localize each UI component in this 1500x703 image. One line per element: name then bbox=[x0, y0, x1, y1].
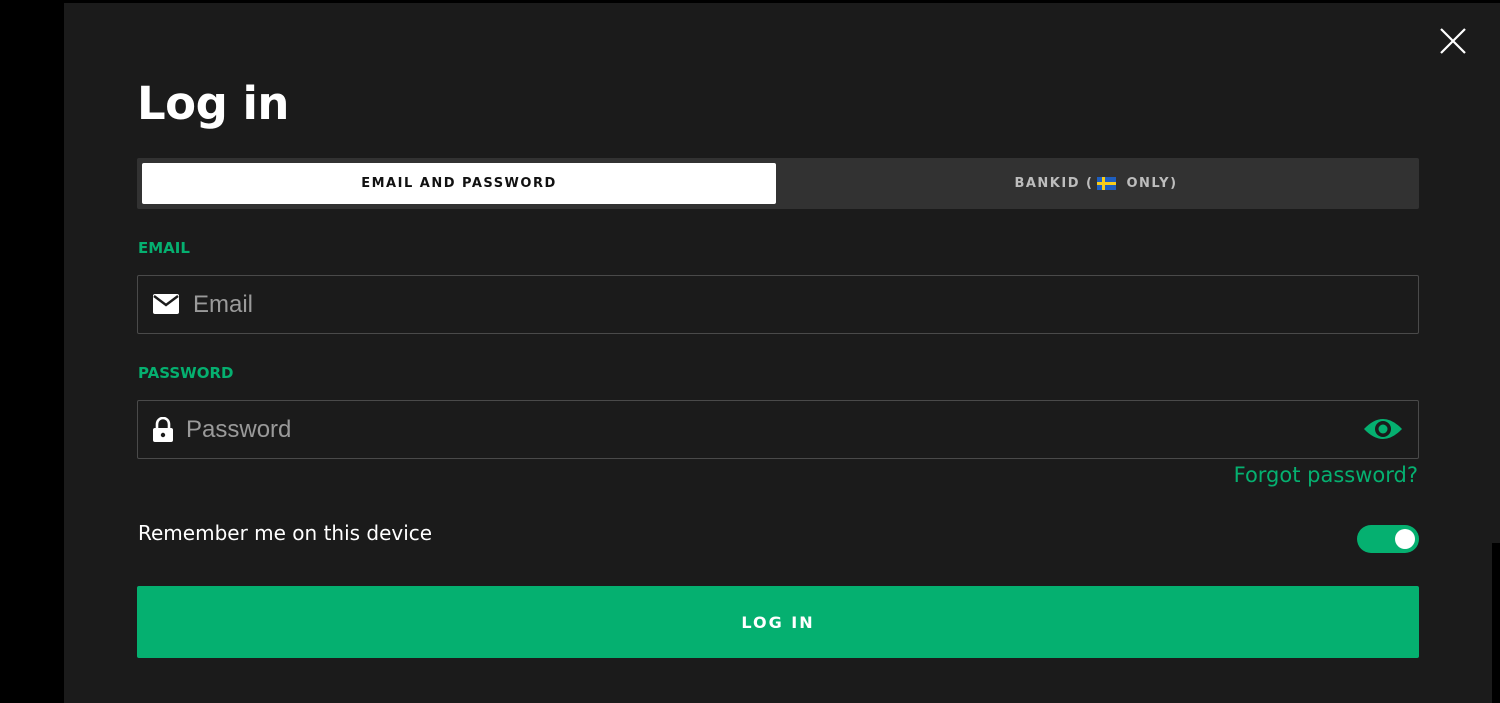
close-button[interactable] bbox=[1438, 26, 1468, 56]
password-label: PASSWORD bbox=[138, 364, 234, 382]
close-icon bbox=[1440, 28, 1466, 54]
tab-label-end: ONLY) bbox=[1120, 176, 1178, 191]
password-field[interactable] bbox=[186, 401, 1336, 458]
lock-icon bbox=[153, 417, 173, 442]
login-method-tabs: EMAIL AND PASSWORD BANKID ( ONLY) bbox=[137, 158, 1419, 209]
email-field[interactable] bbox=[193, 276, 1393, 333]
page-title: Log in bbox=[137, 77, 289, 130]
tab-bankid[interactable]: BANKID ( ONLY) bbox=[778, 163, 1414, 204]
tab-label: EMAIL AND PASSWORD bbox=[361, 176, 557, 191]
swedish-flag-icon bbox=[1097, 177, 1117, 190]
login-button[interactable]: LOG IN bbox=[137, 586, 1419, 658]
forgot-password-link[interactable]: Forgot password? bbox=[1234, 463, 1418, 487]
scrollbar[interactable] bbox=[1492, 3, 1500, 543]
remember-me-toggle[interactable] bbox=[1357, 525, 1419, 553]
eye-icon[interactable] bbox=[1362, 415, 1404, 443]
remember-me-label: Remember me on this device bbox=[138, 521, 433, 545]
mail-icon bbox=[153, 294, 179, 314]
tab-email-and-password[interactable]: EMAIL AND PASSWORD bbox=[142, 163, 776, 204]
tab-label-start: BANKID ( bbox=[1014, 176, 1094, 191]
email-label: EMAIL bbox=[138, 239, 190, 257]
toggle-knob bbox=[1395, 529, 1415, 549]
email-field-container bbox=[137, 275, 1419, 334]
password-field-container bbox=[137, 400, 1419, 459]
